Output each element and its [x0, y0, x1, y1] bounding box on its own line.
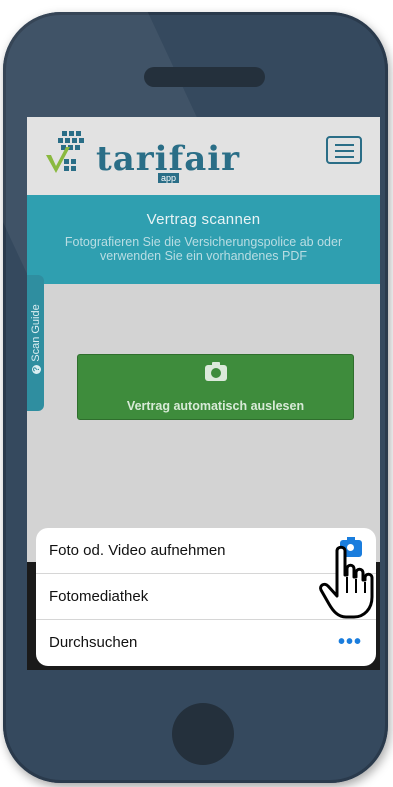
- scan-guide-tab[interactable]: ? Scan Guide: [27, 275, 44, 411]
- menu-icon-bar: [335, 144, 354, 146]
- auto-read-label: Vertrag automatisch auslesen: [126, 399, 305, 413]
- more-dots-icon: •••: [337, 631, 362, 653]
- app-header: tarifair app: [27, 117, 380, 195]
- scan-banner: Vertrag scannen Fotografieren Sie die Ve…: [27, 195, 380, 284]
- tarifair-logo[interactable]: tarifair app: [44, 129, 239, 183]
- menu-icon-bar: [335, 156, 354, 158]
- camera-icon: [205, 362, 227, 381]
- logo-mark-icon: [46, 131, 84, 173]
- hamburger-menu-button[interactable]: [326, 136, 362, 164]
- question-circle-icon: ?: [32, 364, 41, 374]
- hand-pointer-cursor-icon: [319, 545, 374, 619]
- action-label: Durchsuchen: [49, 634, 138, 651]
- auto-read-contract-button[interactable]: Vertrag automatisch auslesen: [77, 354, 354, 420]
- action-browse[interactable]: Durchsuchen •••: [36, 620, 376, 666]
- action-label: Fotomediathek: [49, 588, 149, 605]
- scan-guide-label: Scan Guide: [30, 304, 42, 362]
- home-button[interactable]: [172, 703, 234, 765]
- action-label: Foto od. Video aufnehmen: [49, 542, 226, 559]
- logo-app-badge: app: [158, 173, 180, 183]
- phone-speaker: [144, 67, 265, 87]
- banner-subtitle: Fotografieren Sie die Versicherungspolic…: [64, 235, 343, 263]
- banner-title: Vertrag scannen: [146, 211, 261, 228]
- menu-icon-bar: [335, 150, 354, 152]
